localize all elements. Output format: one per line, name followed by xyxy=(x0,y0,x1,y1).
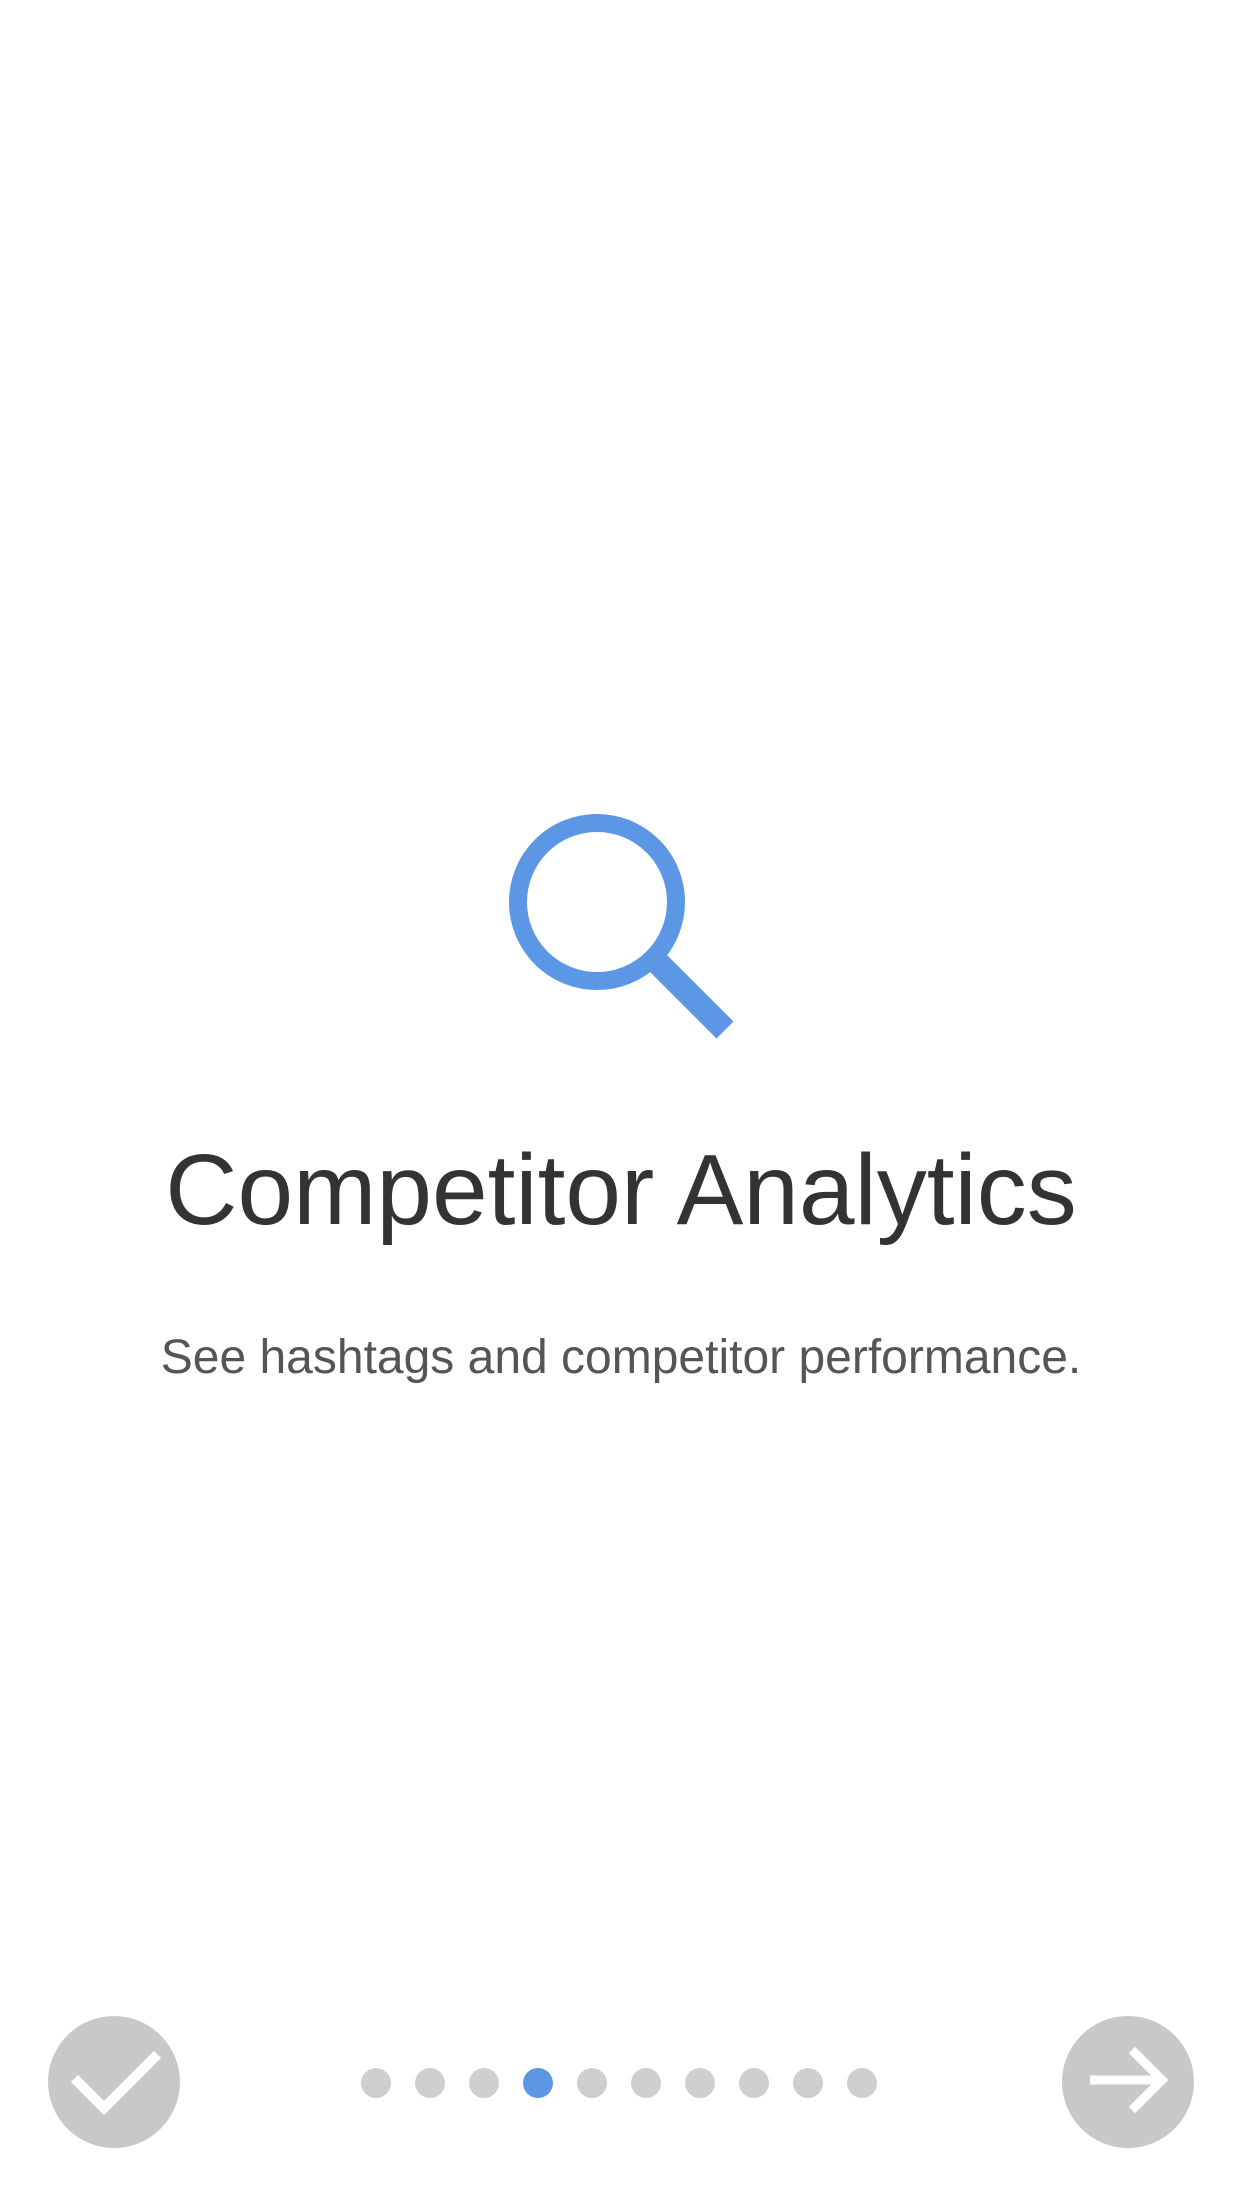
page-dot[interactable] xyxy=(577,2068,607,2098)
next-button[interactable] xyxy=(1062,2016,1194,2148)
page-dot[interactable] xyxy=(361,2068,391,2098)
onboarding-nav-bar xyxy=(0,2016,1242,2152)
page-dot-active[interactable] xyxy=(523,2068,553,2098)
page-dot[interactable] xyxy=(415,2068,445,2098)
page-dot[interactable] xyxy=(847,2068,877,2098)
page-dot[interactable] xyxy=(685,2068,715,2098)
page-dot[interactable] xyxy=(793,2068,823,2098)
search-icon xyxy=(509,814,734,1039)
page-dot[interactable] xyxy=(469,2068,499,2098)
arrow-right-icon xyxy=(1090,2046,1169,2114)
page-title: Competitor Analytics xyxy=(165,1134,1077,1246)
page-dot[interactable] xyxy=(739,2068,769,2098)
checkmark-icon xyxy=(70,2050,162,2116)
done-button[interactable] xyxy=(48,2016,180,2148)
page-subtitle: See hashtags and competitor performance. xyxy=(160,1331,1082,1384)
page-dot[interactable] xyxy=(631,2068,661,2098)
